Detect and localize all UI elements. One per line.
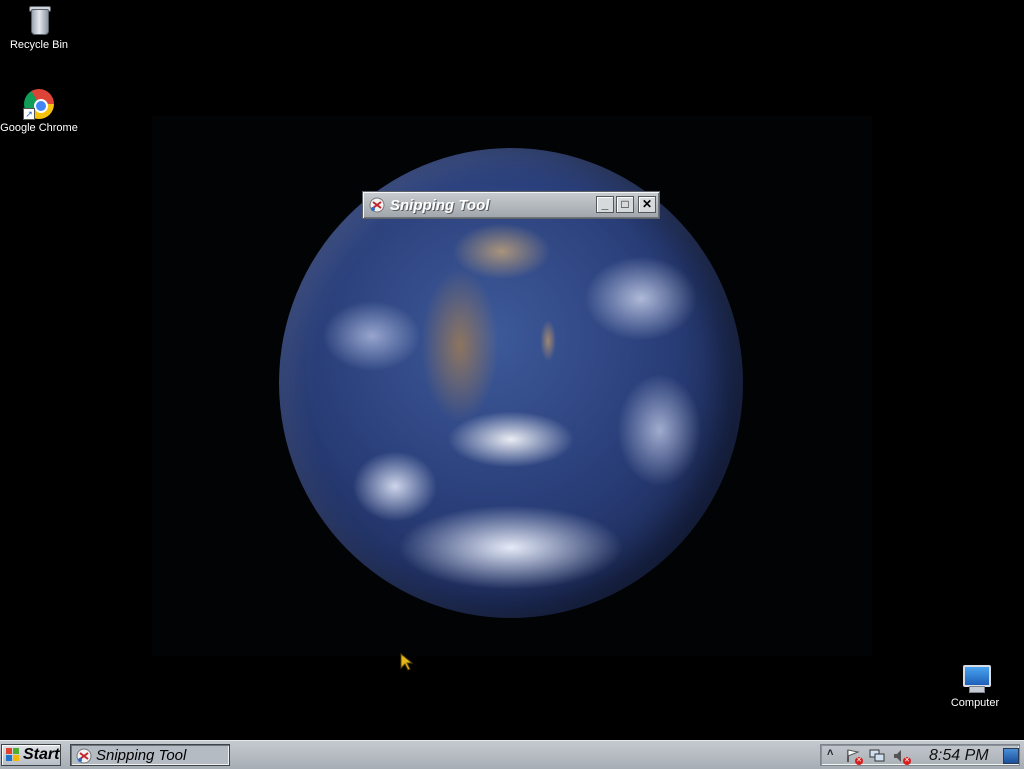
maximize-button[interactable]: □ [616,196,634,213]
windows-logo-icon [6,748,19,761]
recycle-bin-icon [23,5,55,37]
minimize-button[interactable]: _ [596,196,614,213]
desktop-icon-label: Recycle Bin [9,39,69,51]
desktop-icon-recycle-bin[interactable]: Recycle Bin [0,5,79,51]
window-title: Snipping Tool [390,197,490,214]
taskbar-item-snipping-tool[interactable]: Snipping Tool [70,744,230,766]
clock[interactable]: 8:54 PM [929,747,989,765]
system-tray: ˄ ✕ ✕ 8:54 PM [820,744,1020,766]
action-center-icon[interactable]: ✕ [845,749,863,765]
snipping-tool-icon [76,748,92,764]
start-label: Start [23,746,60,763]
start-button[interactable]: Start [1,744,61,766]
mouse-cursor-icon [400,653,414,671]
desktop-icon-label: Google Chrome [0,122,78,134]
snipping-tool-icon [369,197,385,213]
desktop-icon-google-chrome[interactable]: ↗ Google Chrome [0,88,79,134]
snipping-tool-window[interactable]: Snipping Tool _ □ ✕ [362,191,660,219]
desktop: Recycle Bin ↗ Google Chrome Computer Sni… [0,0,1024,740]
desktop-icon-computer[interactable]: Computer [935,663,1015,709]
desktop-icon-label: Computer [950,697,1000,709]
volume-icon[interactable]: ✕ [893,749,911,765]
shortcut-arrow-icon: ↗ [23,108,35,120]
network-icon[interactable] [869,749,885,763]
taskbar-item-label: Snipping Tool [96,747,187,764]
show-desktop-icon[interactable] [1003,748,1019,764]
chrome-icon: ↗ [23,88,55,120]
taskbar: Start Snipping Tool ˄ ✕ ✕ 8:54 PM [0,740,1024,769]
computer-icon [959,663,991,695]
close-button[interactable]: ✕ [638,196,656,213]
show-hidden-icons-button[interactable]: ˄ [827,747,833,759]
